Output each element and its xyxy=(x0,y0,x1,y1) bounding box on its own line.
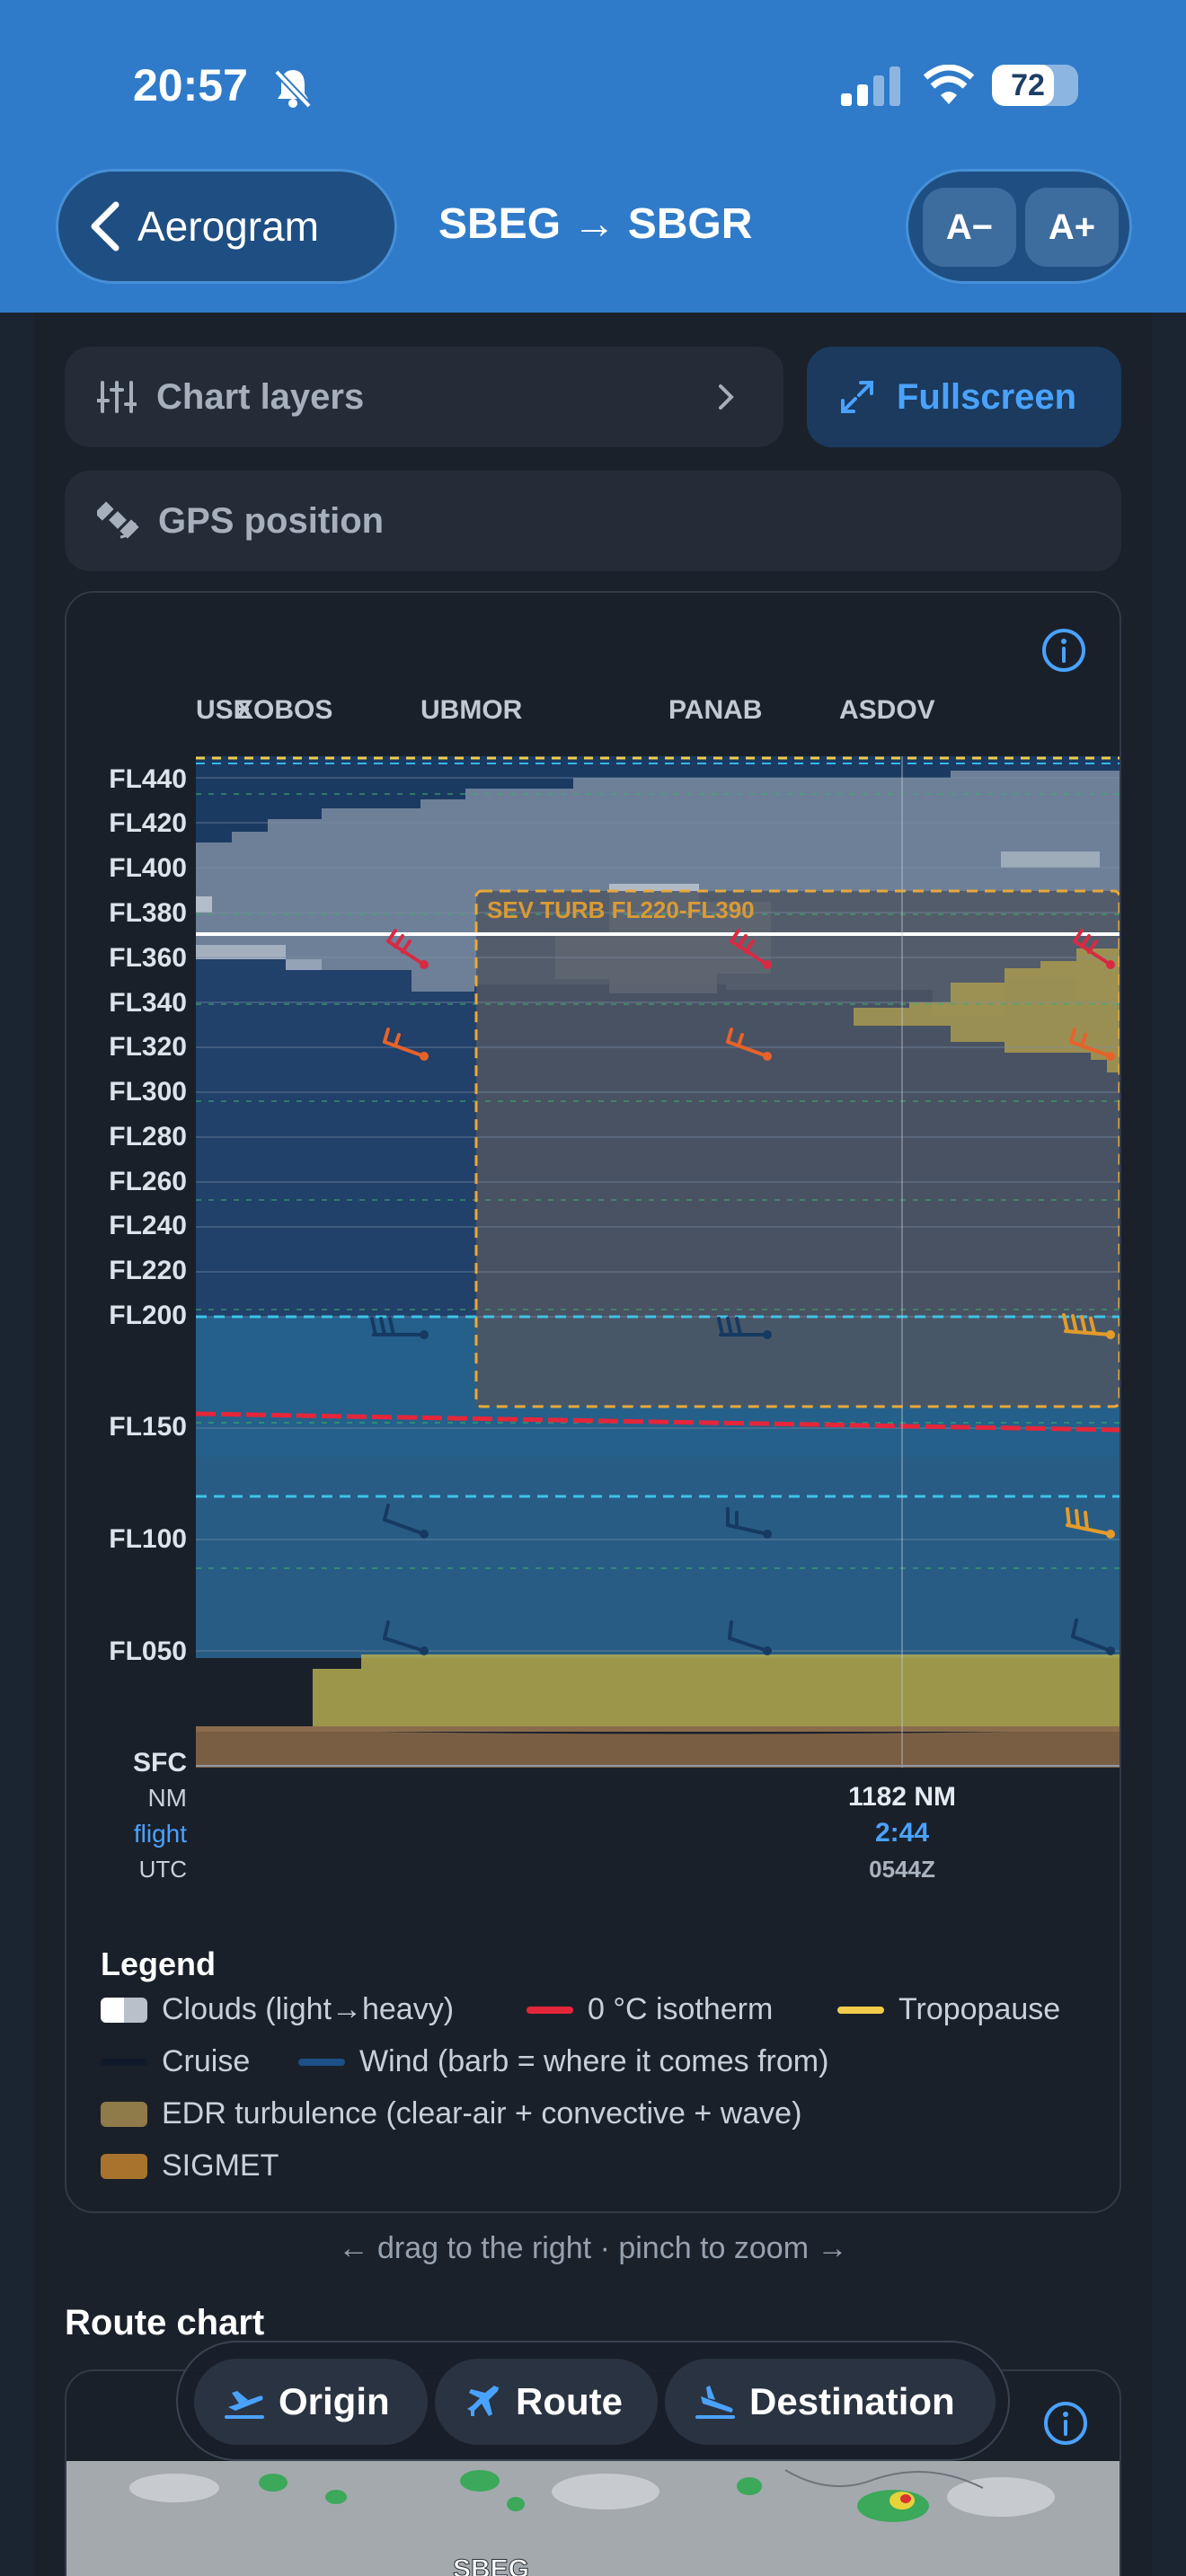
weather-radar-overlay: SBEG xyxy=(66,2461,1120,2576)
low-air-band xyxy=(196,1457,1120,1658)
flight-level-label: FL100 xyxy=(109,1524,187,1554)
legend-clouds: Clouds (light→heavy) xyxy=(101,1992,454,2027)
cellular-signal-icon xyxy=(841,66,900,106)
page-title: SBEG → SBGR xyxy=(438,200,753,248)
vertical-profile-chart[interactable]: SEV TURB FL220-FL390 xyxy=(196,756,1120,1768)
flight-level-label: FL340 xyxy=(109,988,187,1018)
flight-level-label: FL380 xyxy=(109,898,187,928)
font-larger-button[interactable]: A+ xyxy=(1025,188,1119,267)
bell-slash-icon xyxy=(274,69,312,109)
low-turbulence-area xyxy=(313,1654,1120,1732)
airplane-icon xyxy=(467,2386,499,2416)
flight-level-label: FL320 xyxy=(109,1032,187,1062)
chevron-left-icon xyxy=(91,201,119,251)
wind-swatch xyxy=(298,2058,345,2066)
utc-axis-label: UTC xyxy=(138,1856,187,1883)
font-smaller-button[interactable]: A− xyxy=(923,188,1016,267)
wifi-icon xyxy=(924,65,974,104)
satellite-icon xyxy=(97,501,139,539)
utc-time-value: 0544Z xyxy=(869,1856,935,1883)
legend-isotherm-label: 0 °C isotherm xyxy=(588,1992,774,2026)
app-header: 20:57 72 Aerogram SBEG → SBGR A− A+ xyxy=(0,0,1186,313)
terrain-strip xyxy=(196,1726,1120,1732)
flight-level-label: FL400 xyxy=(109,853,187,883)
flight-level-label: FL440 xyxy=(109,764,187,794)
cloud-layer xyxy=(196,896,212,913)
waypoint-label: XOBOS xyxy=(235,695,333,725)
waypoint-label: PANAB xyxy=(668,695,763,725)
flight-time-value: 2:44 xyxy=(874,1818,930,1848)
legend-isotherm: 0 °C isotherm xyxy=(527,1992,773,2027)
tropopause-swatch xyxy=(837,2006,884,2014)
drag-hint: ← drag to the right · pinch to zoom → xyxy=(338,2231,848,2265)
battery-indicator: 72 xyxy=(992,65,1078,106)
flight-level-label: SFC xyxy=(133,1748,187,1778)
flight-level-label: FL050 xyxy=(109,1636,187,1666)
gps-position-label: GPS position xyxy=(158,501,385,541)
gps-position-button[interactable]: GPS position xyxy=(65,471,1121,571)
legend-edr: EDR turbulence (clear-air + convective +… xyxy=(101,2096,801,2131)
route-section-nav: Origin Route Destination xyxy=(176,2341,1010,2461)
waypoint-label: ASDOV xyxy=(839,695,935,725)
distance-value: 1182 NM xyxy=(847,1782,957,1812)
chart-layers-button[interactable]: Chart layers xyxy=(65,347,783,447)
legend-wind-label: Wind (barb = where it comes from) xyxy=(359,2044,829,2078)
edr-swatch xyxy=(101,2101,147,2127)
flight-level-label: FL360 xyxy=(109,943,187,973)
flight-level-label: FL420 xyxy=(109,808,187,838)
font-size-controls: A− A+ xyxy=(906,169,1132,284)
route-map[interactable]: SBEG xyxy=(66,2461,1120,2576)
chart-layers-label: Chart layers xyxy=(156,377,365,417)
legend-clouds-label: Clouds (light→heavy) xyxy=(162,1992,455,2026)
flight-level-label: FL200 xyxy=(109,1301,187,1330)
waypoint-label: UBMOR xyxy=(420,695,523,725)
map-airport-label: SBEG xyxy=(453,2554,529,2576)
clouds-swatch xyxy=(101,1997,147,2023)
flight-level-label: FL240 xyxy=(109,1211,187,1240)
plane-arrival-icon xyxy=(695,2386,735,2419)
legend-edr-label: EDR turbulence (clear-air + convective +… xyxy=(162,2096,802,2130)
isotherm-swatch xyxy=(527,2006,573,2014)
legend-wind: Wind (barb = where it comes from) xyxy=(298,2044,828,2079)
route-label: Route xyxy=(516,2380,623,2422)
legend-title: Legend xyxy=(101,1945,217,1982)
route-info-icon[interactable] xyxy=(1042,2400,1089,2447)
legend-tropopause-label: Tropopause xyxy=(898,1992,1061,2026)
flight-level-label: FL300 xyxy=(109,1077,187,1107)
battery-percent: 72 xyxy=(1011,68,1045,102)
sigmet-swatch xyxy=(101,2153,147,2179)
expand-icon xyxy=(841,381,873,413)
legend-sigmet: SIGMET xyxy=(101,2148,279,2183)
cruise-swatch xyxy=(101,2058,147,2066)
fullscreen-label: Fullscreen xyxy=(897,377,1077,417)
terrain xyxy=(196,1728,1120,1768)
legend-tropopause: Tropopause xyxy=(837,1992,1060,2027)
fullscreen-button[interactable]: Fullscreen xyxy=(807,347,1121,447)
flight-level-label: FL280 xyxy=(109,1122,187,1151)
sliders-icon xyxy=(97,381,137,413)
sev-turb-label: SEV TURB FL220-FL390 xyxy=(487,896,755,923)
status-time: 20:57 xyxy=(133,60,248,110)
nm-axis-label: NM xyxy=(147,1784,187,1812)
info-icon[interactable] xyxy=(1040,627,1087,674)
destination-label: Destination xyxy=(749,2380,955,2422)
route-button[interactable]: Route xyxy=(435,2359,658,2445)
legend-sigmet-label: SIGMET xyxy=(162,2148,279,2183)
cloud-layer xyxy=(1001,851,1100,868)
back-button[interactable]: Aerogram xyxy=(56,169,397,284)
legend-cruise-label: Cruise xyxy=(162,2044,251,2078)
chevron-right-icon xyxy=(719,384,734,410)
flight-level-label: FL260 xyxy=(109,1167,187,1196)
route-chart-title: Route chart xyxy=(65,2303,265,2342)
origin-label: Origin xyxy=(279,2380,390,2422)
flight-axis-label: flight xyxy=(133,1820,187,1848)
flight-level-label: FL220 xyxy=(109,1256,187,1285)
flight-level-label: FL150 xyxy=(109,1412,187,1442)
back-button-label: Aerogram xyxy=(137,203,319,250)
origin-button[interactable]: Origin xyxy=(194,2359,428,2445)
legend-cruise: Cruise xyxy=(101,2044,250,2079)
plane-departure-icon xyxy=(225,2391,264,2419)
destination-button[interactable]: Destination xyxy=(665,2359,996,2445)
